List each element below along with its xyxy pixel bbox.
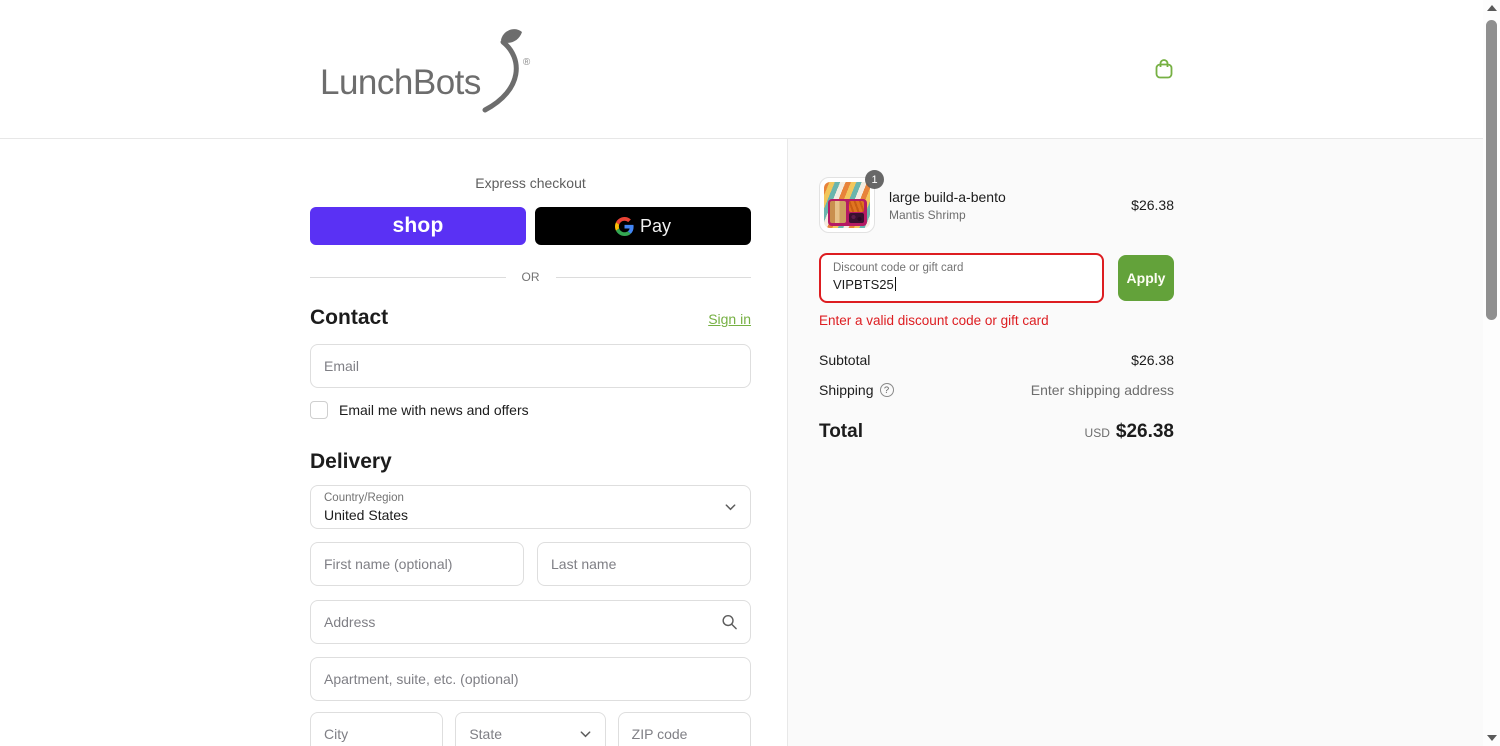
product-variant: Mantis Shrimp: [889, 207, 966, 222]
search-icon: [722, 614, 737, 630]
page-scrollbar[interactable]: [1483, 0, 1500, 746]
discount-error-message: Enter a valid discount code or gift card: [819, 313, 1049, 328]
discount-label: Discount code or gift card: [833, 262, 964, 274]
delivery-heading: Delivery: [310, 450, 392, 473]
express-checkout-buttons: shop Pay: [310, 207, 751, 245]
state-select[interactable]: State: [455, 712, 606, 746]
or-divider: OR: [310, 270, 751, 284]
city-field[interactable]: [310, 712, 444, 746]
newsletter-row: Email me with news and offers: [310, 401, 751, 419]
store-logo[interactable]: LunchBots ®: [320, 26, 536, 114]
product-title: large build-a-bento: [889, 188, 1006, 205]
last-name-field[interactable]: [537, 542, 751, 586]
apply-button[interactable]: Apply: [1118, 255, 1174, 301]
google-g-icon: [614, 216, 634, 236]
express-checkout-label: Express checkout: [475, 175, 586, 191]
header: LunchBots ®: [0, 0, 1500, 139]
shipping-label: Shipping: [819, 382, 874, 398]
country-label: Country/Region: [324, 492, 404, 504]
currency-code: USD: [1084, 426, 1110, 440]
logo-text: LunchBots: [320, 63, 481, 102]
zip-code-field[interactable]: [617, 712, 751, 746]
order-summary: 1 large build-a-bento Mantis Shrimp $26.…: [787, 139, 1500, 746]
product-thumbnail: 1: [819, 170, 884, 233]
total-row: Total USD $26.38: [819, 421, 1174, 443]
contact-heading: Contact: [310, 306, 389, 329]
google-pay-button[interactable]: Pay: [535, 207, 751, 245]
email-field[interactable]: [310, 344, 751, 388]
sign-in-link[interactable]: Sign in: [708, 311, 751, 327]
chevron-down-icon: [580, 731, 591, 738]
subtotal-value: $26.38: [1131, 352, 1174, 368]
scrollbar-thumb[interactable]: [1486, 20, 1497, 320]
cart-bag-icon[interactable]: [1152, 57, 1176, 81]
shipping-row: Shipping ? Enter shipping address: [819, 382, 1174, 398]
text-caret: [894, 277, 897, 292]
newsletter-checkbox[interactable]: [310, 401, 328, 419]
cart-line-item: 1 large build-a-bento Mantis Shrimp $26.…: [819, 170, 1174, 233]
total-value: $26.38: [1115, 421, 1174, 442]
newsletter-label: Email me with news and offers: [339, 402, 529, 418]
shop-pay-label: shop: [392, 214, 444, 237]
country-select[interactable]: Country/Region United States: [310, 485, 751, 529]
shop-pay-button[interactable]: shop: [310, 207, 526, 245]
registered-mark: ®: [522, 57, 531, 68]
or-label: OR: [521, 270, 540, 284]
product-image: [824, 182, 870, 228]
product-price: $26.38: [1131, 197, 1174, 213]
checkout-form-column: Express checkout shop Pay OR Contact Sig…: [0, 139, 787, 746]
help-icon[interactable]: ?: [879, 383, 894, 397]
chevron-down-icon: [725, 504, 736, 511]
scroll-down-arrow[interactable]: [1483, 730, 1500, 746]
country-value: United States: [324, 506, 409, 523]
address-field[interactable]: [310, 600, 751, 644]
quantity-badge: 1: [865, 170, 884, 189]
subtotal-row: Subtotal $26.38: [819, 352, 1174, 368]
shipping-value: Enter shipping address: [1030, 382, 1174, 398]
total-label: Total: [819, 421, 863, 442]
google-pay-label: Pay: [639, 215, 672, 236]
discount-value: VIPBTS25: [833, 276, 894, 292]
subtotal-label: Subtotal: [819, 352, 871, 368]
logo-apple-swoosh-icon: [482, 29, 522, 113]
main-content: Express checkout shop Pay OR Contact Sig…: [0, 139, 1500, 746]
first-name-field[interactable]: [310, 542, 524, 586]
discount-code-input[interactable]: Discount code or gift card VIPBTS25: [819, 253, 1104, 303]
state-placeholder: State: [469, 726, 503, 742]
apartment-field[interactable]: [310, 657, 751, 701]
scroll-up-arrow[interactable]: [1483, 0, 1500, 16]
checkout-page: LunchBots ® Express checkout shop Pay OR…: [0, 0, 1500, 746]
